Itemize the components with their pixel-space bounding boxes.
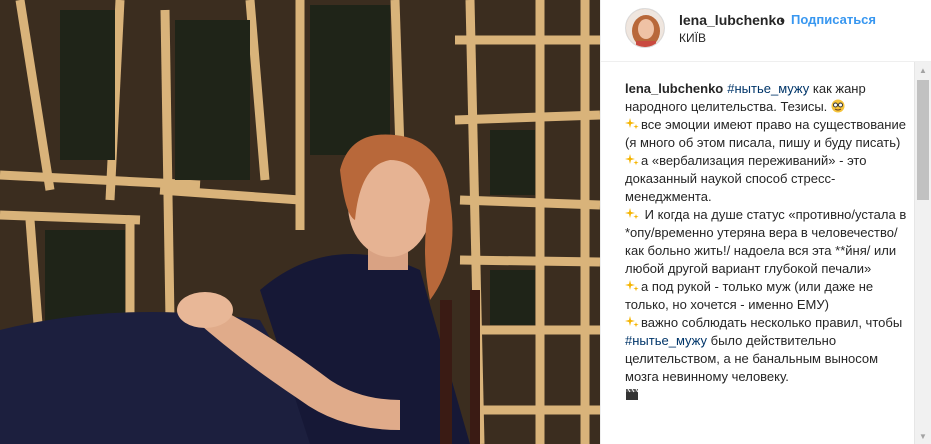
caption-scrollbar[interactable]: ▲ ▼ [914, 62, 931, 444]
photo-illustration [0, 0, 600, 444]
location-link[interactable]: КИЇВ [679, 31, 706, 45]
post-photo[interactable] [0, 0, 600, 444]
follow-button[interactable]: Подписаться [791, 12, 876, 27]
scroll-down-arrow-icon[interactable]: ▼ [915, 428, 931, 444]
sparkle-icon [625, 316, 639, 328]
avatar[interactable] [625, 8, 665, 48]
avatar-image [626, 9, 664, 47]
scrollbar-thumb[interactable] [917, 80, 929, 200]
caption-line-1: lena_lubchenko #нытье_мужу как жанр народ… [625, 80, 913, 116]
caption-text: все эмоции имеют право на существование … [625, 117, 906, 150]
caption-line-2: все эмоции имеют право на существование … [625, 116, 913, 152]
hashtag-link[interactable]: #нытье_мужу [625, 333, 707, 348]
header-username-link[interactable]: lena_lubchenko [679, 12, 785, 28]
caption-line-4: И когда на душе статус «противно/устала … [625, 206, 913, 278]
caption-text: а под рукой - только муж (или даже не то… [625, 279, 874, 312]
caption-line-6: важно соблюдать несколько правил, чтобы … [625, 314, 913, 386]
post-caption: lena_lubchenko #нытье_мужу как жанр народ… [625, 80, 913, 444]
sparkle-icon [625, 280, 639, 292]
caption-text: И когда на душе статус «противно/устала … [625, 207, 907, 276]
caption-line-5: а под рукой - только муж (или даже не то… [625, 278, 913, 314]
header-separator: • [780, 12, 785, 28]
sparkle-icon [625, 118, 639, 130]
post-header: lena_lubchenko • Подписаться КИЇВ [601, 0, 931, 62]
sparkle-icon [625, 208, 639, 220]
nerd-face-icon [831, 99, 845, 113]
caption-username-link[interactable]: lena_lubchenko [625, 81, 723, 96]
caption-line-7 [625, 386, 913, 404]
post-side-panel: lena_lubchenko • Подписаться КИЇВ lena_l… [601, 0, 931, 444]
caption-line-3: а «вербализация переживаний» - это доказ… [625, 152, 913, 206]
sparkle-icon [625, 154, 639, 166]
caption-text: важно соблюдать несколько правил, чтобы [641, 315, 903, 330]
scroll-up-arrow-icon[interactable]: ▲ [915, 62, 931, 78]
hashtag-link[interactable]: #нытье_мужу [727, 81, 809, 96]
clapper-board-icon [626, 388, 639, 400]
caption-text: а «вербализация переживаний» - это доказ… [625, 153, 867, 204]
